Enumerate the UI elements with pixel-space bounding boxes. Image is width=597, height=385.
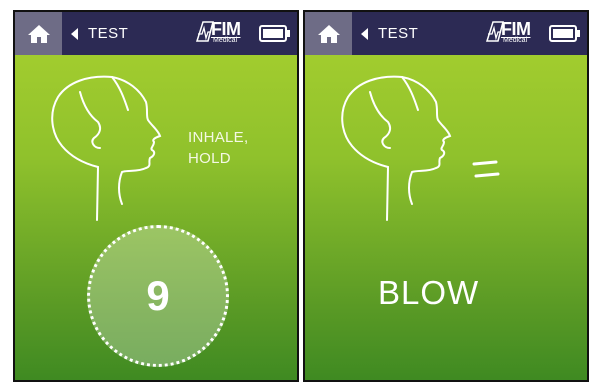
back-label: TEST [378,25,419,42]
caret-left-icon [71,27,78,40]
battery-icon [259,25,290,42]
head-profile-icon [51,75,162,221]
countdown-value: 9 [146,272,170,319]
back-button[interactable]: TEST [71,12,128,55]
countdown-circle: 9 [87,225,229,367]
top-bar: TEST FIM Medical [15,12,297,55]
battery-icon [549,25,580,42]
home-button[interactable] [15,12,62,55]
caret-left-icon [361,27,368,40]
breath-lines-icon [472,160,500,178]
instruction-text: INHALE, HOLD [188,129,249,167]
fim-medical-logo: FIM Medical [485,19,537,47]
instruction-text: BLOW [378,274,480,311]
head-profile-icon [341,75,452,221]
home-button[interactable] [305,12,352,55]
screen-blow: TEST FIM Medical BLOW [303,10,589,382]
home-icon [317,24,340,43]
top-bar: TEST FIM Medical [305,12,587,55]
back-label: TEST [88,25,129,42]
back-button[interactable]: TEST [361,12,418,55]
home-icon [27,24,50,43]
screen-inhale-hold: TEST FIM Medical INHALE, HOLD 9 [13,10,299,382]
fim-medical-logo: FIM Medical [195,19,247,47]
